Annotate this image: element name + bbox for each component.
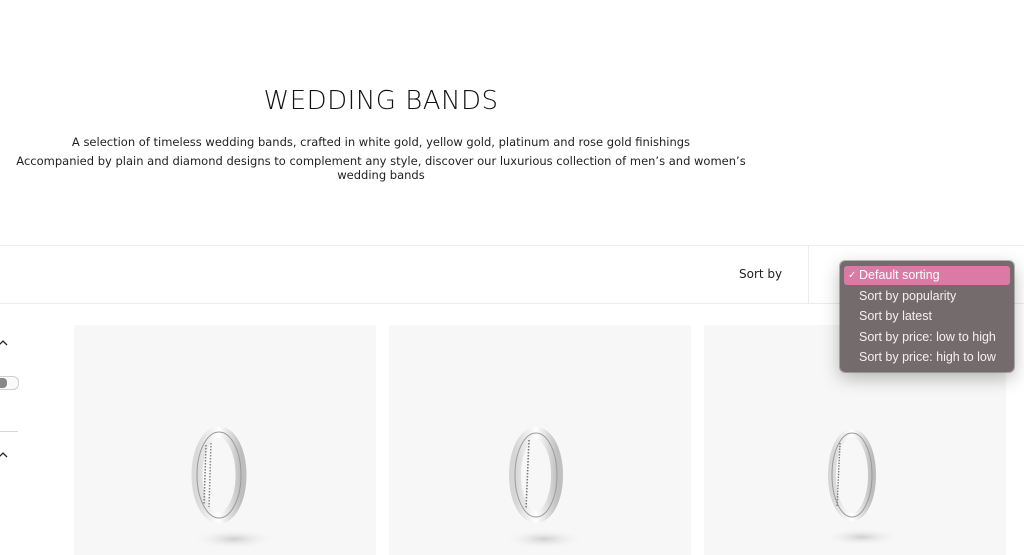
single-row-diamond-band-icon [504,427,584,549]
double-row-diamond-band-icon [191,426,276,549]
sort-option-label: Sort by popularity [859,288,957,303]
page-title: WEDDING BANDS [263,86,499,116]
collection-description-line-2: Accompanied by plain and diamond designs… [16,154,746,182]
checkmark-icon: ✓ [848,270,857,281]
sort-option-label: Sort by price: high to low [859,350,996,364]
sort-by-label: Sort by [739,267,783,281]
sort-option-label: Sort by price: low to high [859,329,996,344]
sort-dropdown-menu[interactable]: ✓ Default sorting Sort by popularity Sor… [840,261,1014,372]
sort-option-price-low-high[interactable]: Sort by price: low to high [844,328,1010,347]
filter-divider [0,431,18,432]
sort-option-default[interactable]: ✓ Default sorting [844,266,1010,285]
collection-description-line-1: A selection of timeless wedding bands, c… [71,135,691,149]
chevron-up-icon[interactable] [0,338,8,348]
product-card[interactable] [389,325,691,555]
sort-option-popularity[interactable]: Sort by popularity [844,287,1010,306]
product-card[interactable] [74,325,376,555]
filter-sidebar [0,330,40,550]
sort-option-latest[interactable]: Sort by latest [844,307,1010,326]
toolbar-divider [808,246,809,303]
sort-option-price-high-low[interactable]: Sort by price: high to low [844,348,1010,367]
sort-option-label: Default sorting [859,268,940,282]
chevron-up-icon[interactable] [0,450,8,460]
toggle-switch-icon[interactable] [0,376,19,390]
sort-option-label: Sort by latest [859,309,932,323]
